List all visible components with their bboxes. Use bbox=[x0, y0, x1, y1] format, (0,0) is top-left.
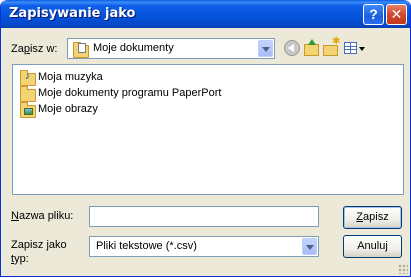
filename-input[interactable] bbox=[89, 206, 319, 227]
chevron-down-icon[interactable] bbox=[258, 40, 273, 57]
window-title: Zapisywanie jako bbox=[9, 6, 136, 21]
help-button[interactable]: ? bbox=[363, 4, 384, 25]
music-folder-icon bbox=[20, 70, 36, 86]
filetype-label-line1: Zapisz jako bbox=[11, 239, 67, 251]
back-icon[interactable] bbox=[284, 40, 300, 56]
save-in-label: Zapisz w: bbox=[11, 43, 58, 55]
pictures-folder-icon bbox=[20, 102, 36, 118]
title-bar[interactable]: Zapisywanie jako ? ✕ bbox=[1, 0, 410, 28]
file-name: Moje obrazy bbox=[38, 103, 98, 115]
new-folder-icon[interactable] bbox=[323, 36, 340, 56]
filetype-value: Pliki tekstowe (*.csv) bbox=[96, 240, 197, 252]
filetype-label-line2: typ: bbox=[11, 253, 29, 265]
file-list[interactable]: Moja muzyka Moje dokumenty programu Pape… bbox=[12, 64, 404, 195]
view-menu-icon[interactable] bbox=[344, 40, 366, 56]
up-folder-icon[interactable] bbox=[303, 39, 319, 56]
save-button[interactable]: Zapisz bbox=[343, 206, 402, 229]
file-name: Moje dokumenty programu PaperPort bbox=[38, 87, 222, 99]
chevron-down-icon[interactable] bbox=[302, 238, 317, 255]
documents-folder-icon bbox=[73, 42, 89, 58]
folder-icon bbox=[20, 86, 36, 102]
save-as-dialog: Zapisywanie jako ? ✕ Zapisz w: Moje doku… bbox=[0, 0, 411, 277]
filename-label: Nazwa pliku: bbox=[11, 210, 74, 222]
save-in-value: Moje dokumenty bbox=[93, 42, 174, 54]
file-name: Moja muzyka bbox=[38, 71, 103, 83]
cancel-button[interactable]: Anuluj bbox=[343, 235, 402, 258]
close-button[interactable]: ✕ bbox=[386, 4, 407, 25]
save-in-dropdown[interactable]: Moje dokumenty bbox=[67, 38, 275, 59]
resize-grip[interactable] bbox=[398, 264, 408, 274]
filetype-dropdown[interactable]: Pliki tekstowe (*.csv) bbox=[89, 236, 319, 257]
